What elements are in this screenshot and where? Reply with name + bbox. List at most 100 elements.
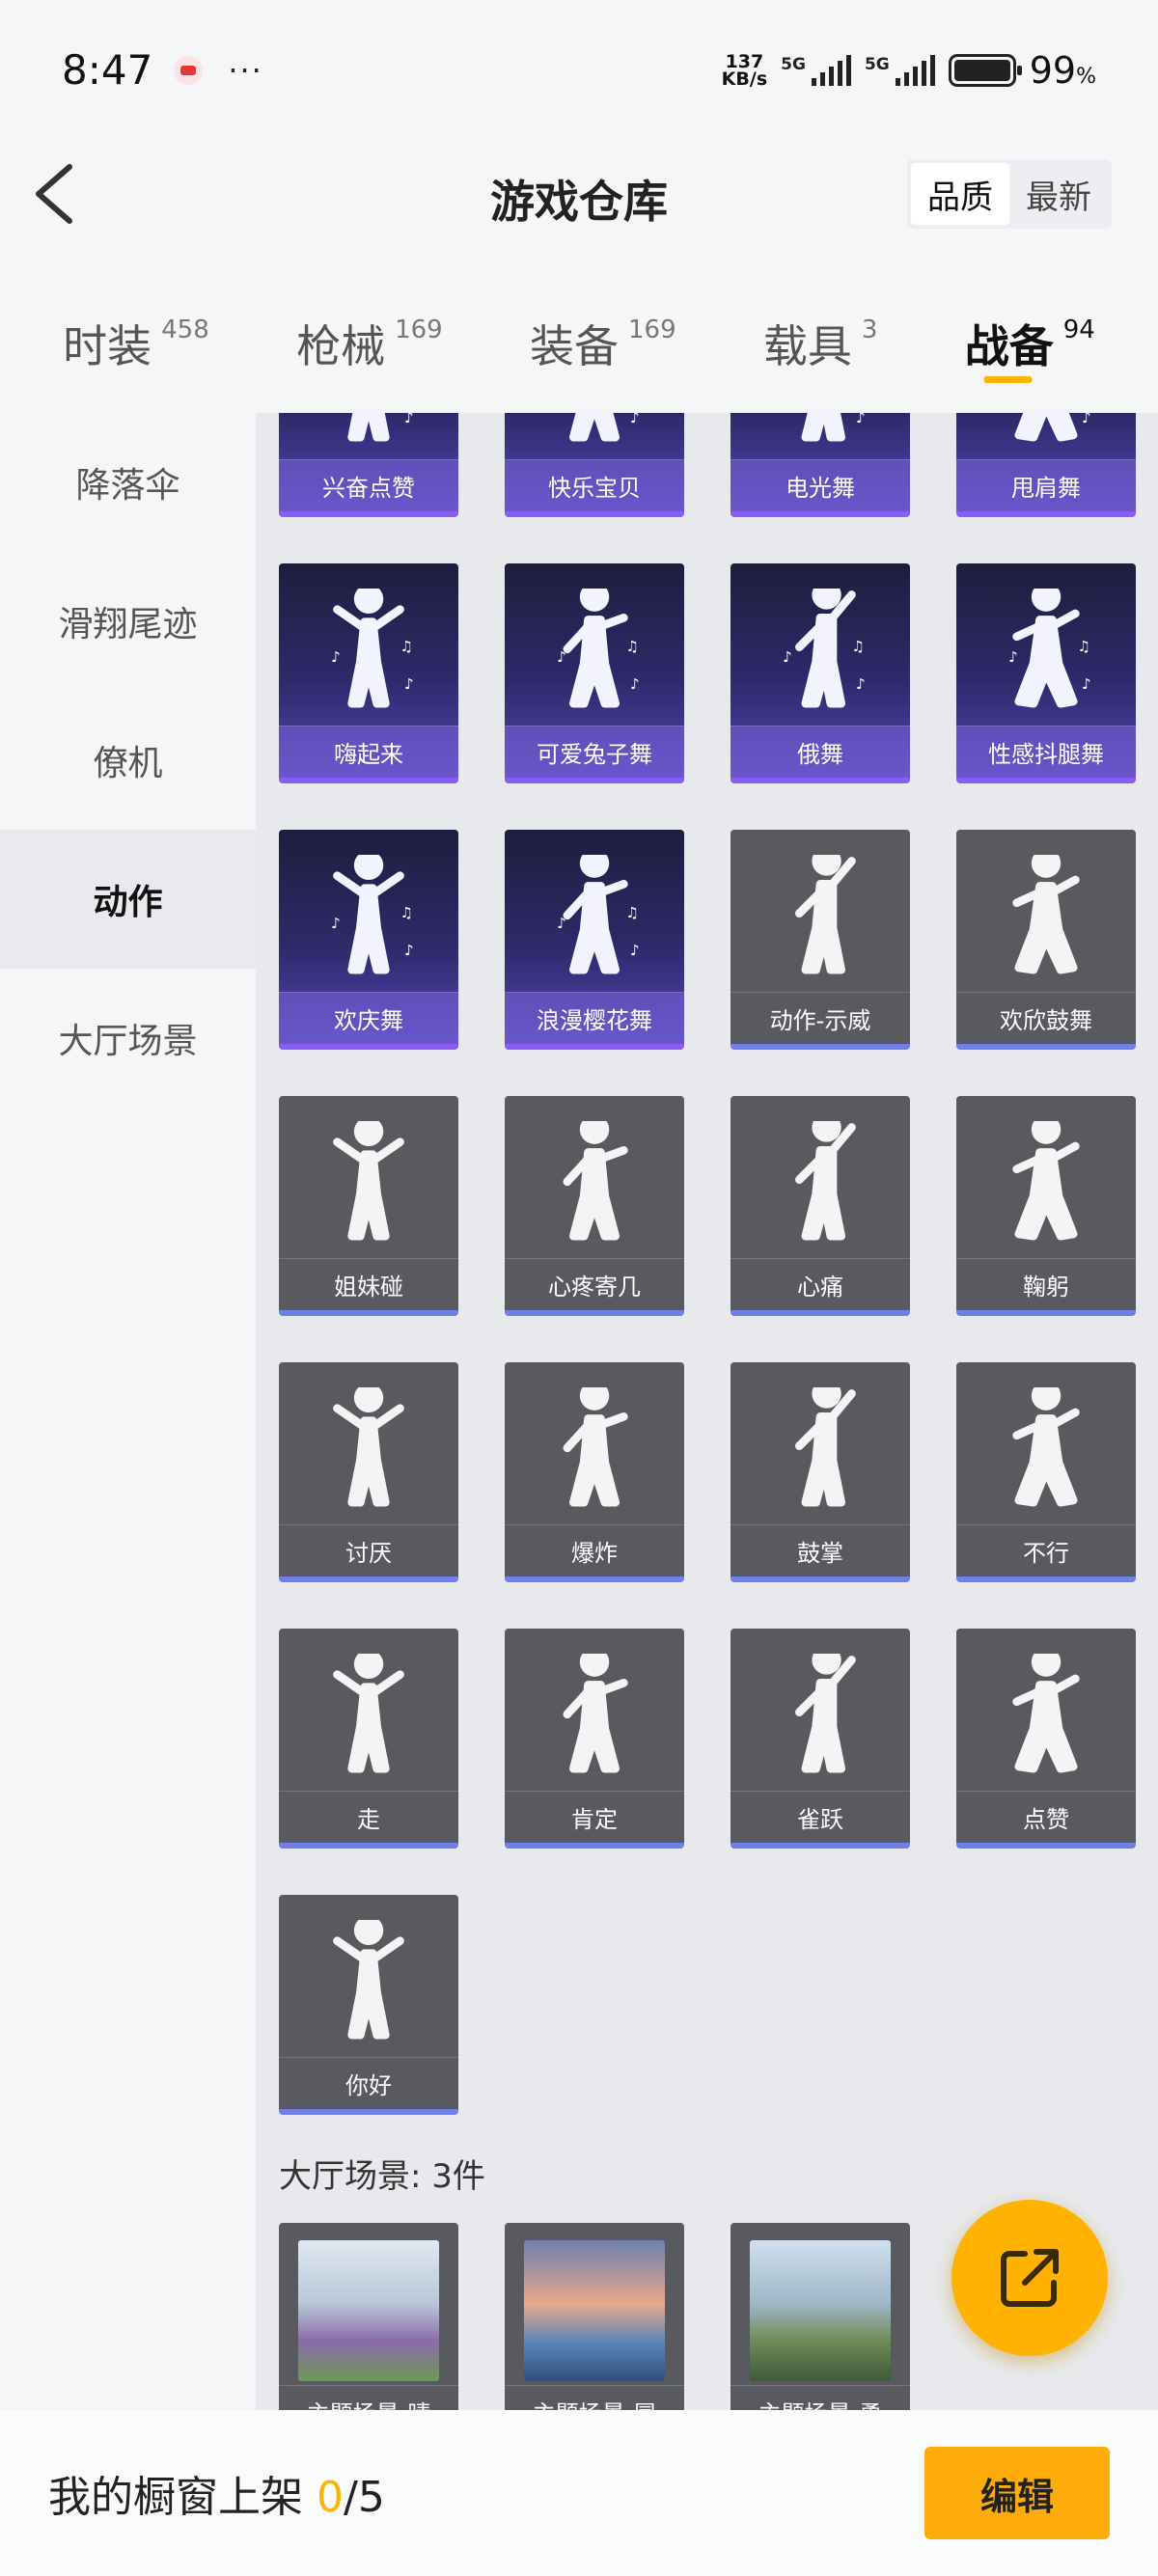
action-card[interactable]: ♪♫♪ 兴奋点赞 bbox=[279, 413, 458, 517]
action-figure bbox=[505, 1640, 684, 1793]
sidebar-item-glide-trail[interactable]: 滑翔尾迹 bbox=[0, 552, 256, 691]
action-figure-icon bbox=[795, 1121, 856, 1241]
action-card-label: 姐妹碰 bbox=[279, 1258, 458, 1310]
action-figure-icon bbox=[795, 855, 856, 974]
action-figure bbox=[279, 1374, 458, 1526]
category-tabs: 时装 458 枪械 169 装备 169 载具 3 战备 94 bbox=[0, 285, 1158, 410]
action-card[interactable]: ♪ ♫ ♪ 嗨起来 bbox=[279, 563, 458, 783]
sidebar: 降落伞 滑翔尾迹 僚机 动作 大厅场景 bbox=[0, 413, 256, 2410]
action-card[interactable]: 心疼寄几 bbox=[505, 1096, 684, 1316]
tab-war-supplies[interactable]: 战备 94 bbox=[965, 285, 1095, 410]
sort-option-newest[interactable]: 最新 bbox=[1009, 163, 1108, 225]
action-card-label: 不行 bbox=[956, 1524, 1136, 1576]
action-figure bbox=[279, 1906, 458, 2059]
notification-app-icon bbox=[174, 55, 204, 85]
action-card[interactable]: 心痛 bbox=[731, 1096, 910, 1316]
action-card[interactable]: ♪ ♫ ♪ 可爱兔子舞 bbox=[505, 563, 684, 783]
svg-text:♪: ♪ bbox=[557, 915, 566, 932]
action-card[interactable]: 动作-示威 bbox=[731, 830, 910, 1050]
action-card[interactable]: 鞠躬 bbox=[956, 1096, 1136, 1316]
action-card-label: 心痛 bbox=[731, 1258, 910, 1310]
sidebar-item-parachute[interactable]: 降落伞 bbox=[0, 413, 256, 552]
action-figure bbox=[956, 841, 1136, 994]
bottom-bar: 我的橱窗上架 0/5 编辑 bbox=[0, 2410, 1158, 2576]
sidebar-item-wingman[interactable]: 僚机 bbox=[0, 691, 256, 830]
tab-guns[interactable]: 枪械 169 bbox=[296, 285, 443, 410]
lobby-scene-card[interactable]: 主题场景-冒 bbox=[505, 2223, 684, 2410]
action-figure-icon: ♪♫♪ bbox=[1014, 413, 1091, 442]
item-list: ♪♫♪兴奋点赞♪♫♪快乐宝贝♪♫♪电光舞♪♫♪甩肩舞♪♫♪嗨起来♪♫♪可爱兔子舞… bbox=[256, 413, 1158, 2410]
lobby-scene-card[interactable]: 主题场景-勇 bbox=[731, 2223, 910, 2410]
action-card[interactable]: ♪ ♫ ♪ 性感抖腿舞 bbox=[956, 563, 1136, 783]
action-card[interactable]: 点赞 bbox=[956, 1629, 1136, 1849]
showcase-counter: 我的橱窗上架 0/5 bbox=[48, 2473, 385, 2522]
lobby-scene-label: 主题场景-勇 bbox=[731, 2385, 910, 2410]
action-card[interactable]: 欢欣鼓舞 bbox=[956, 830, 1136, 1050]
action-card-label: 鼓掌 bbox=[731, 1524, 910, 1576]
svg-text:♪: ♪ bbox=[783, 648, 792, 666]
share-button[interactable] bbox=[951, 2200, 1108, 2356]
action-card[interactable]: 不行 bbox=[956, 1362, 1136, 1582]
action-card[interactable]: 你好 bbox=[279, 1895, 458, 2115]
svg-text:♪: ♪ bbox=[630, 413, 640, 426]
action-card[interactable]: ♪♫♪ 甩肩舞 bbox=[956, 413, 1136, 517]
action-figure-icon: ♪♫♪ bbox=[801, 413, 866, 442]
status-time: 8:47 bbox=[62, 46, 153, 94]
action-card[interactable]: 肯定 bbox=[505, 1629, 684, 1849]
tab-equipment[interactable]: 装备 169 bbox=[530, 285, 676, 410]
status-bar: 8:47 ··· 137 KB/s 5G 5G 99% bbox=[0, 0, 1158, 140]
lobby-scene-card[interactable]: 主题场景-晴 bbox=[279, 2223, 458, 2410]
action-card-label: 欢庆舞 bbox=[279, 992, 458, 1044]
action-figure-icon: ♪♫♪ bbox=[557, 589, 640, 708]
action-card[interactable]: ♪ ♫ ♪ 欢庆舞 bbox=[279, 830, 458, 1050]
tab-vehicles[interactable]: 载具 3 bbox=[763, 285, 878, 410]
action-figure-icon bbox=[333, 1387, 404, 1507]
action-figure-icon bbox=[1012, 855, 1080, 974]
action-card[interactable]: 爆炸 bbox=[505, 1362, 684, 1582]
external-link-icon bbox=[1001, 2249, 1059, 2307]
action-card[interactable]: ♪♫♪ 快乐宝贝 bbox=[505, 413, 684, 517]
action-card[interactable]: 姐妹碰 bbox=[279, 1096, 458, 1316]
action-figure: ♪♫♪ bbox=[956, 575, 1136, 727]
action-figure: ♪♫♪ bbox=[279, 841, 458, 994]
action-figure-icon bbox=[333, 1654, 404, 1773]
lobby-scene-section-title: 大厅场景: 3件 bbox=[279, 2157, 485, 2196]
action-figure bbox=[731, 1640, 910, 1793]
action-card-label: 兴奋点赞 bbox=[279, 459, 458, 511]
battery-level: 99% bbox=[1029, 48, 1096, 92]
page-header: 游戏仓库 品质 最新 bbox=[0, 140, 1158, 251]
tab-fashion[interactable]: 时装 458 bbox=[63, 285, 209, 410]
action-card[interactable]: ♪ ♫ ♪ 浪漫樱花舞 bbox=[505, 830, 684, 1050]
sidebar-item-lobby-scene[interactable]: 大厅场景 bbox=[0, 969, 256, 1108]
sort-toggle[interactable]: 品质 最新 bbox=[907, 159, 1112, 229]
action-figure-icon bbox=[563, 1121, 628, 1241]
svg-text:♪: ♪ bbox=[331, 648, 341, 666]
svg-text:♪: ♪ bbox=[557, 648, 566, 666]
sort-option-quality[interactable]: 品质 bbox=[911, 163, 1009, 225]
action-figure: ♪♫♪ bbox=[279, 575, 458, 727]
action-figure: ♪♫♪ bbox=[731, 575, 910, 727]
signal-icon-2: 5G bbox=[865, 54, 935, 86]
action-figure-icon: ♪♫♪ bbox=[783, 589, 866, 708]
svg-text:♪: ♪ bbox=[404, 413, 414, 426]
edit-button[interactable]: 编辑 bbox=[924, 2447, 1110, 2539]
action-card[interactable]: 雀跃 bbox=[731, 1629, 910, 1849]
action-card[interactable]: 鼓掌 bbox=[731, 1362, 910, 1582]
action-figure bbox=[279, 1640, 458, 1793]
action-card-label: 性感抖腿舞 bbox=[956, 726, 1136, 778]
action-figure-icon bbox=[1012, 1654, 1080, 1773]
battery-icon bbox=[948, 53, 1022, 87]
action-figure: ♪♫♪ bbox=[505, 413, 684, 461]
action-card[interactable]: 讨厌 bbox=[279, 1362, 458, 1582]
sidebar-item-actions[interactable]: 动作 bbox=[0, 830, 256, 969]
action-card-label: 嗨起来 bbox=[279, 726, 458, 778]
action-card[interactable]: 走 bbox=[279, 1629, 458, 1849]
action-figure bbox=[731, 841, 910, 994]
svg-text:♪: ♪ bbox=[856, 413, 866, 426]
action-card-label: 俄舞 bbox=[731, 726, 910, 778]
action-figure-icon bbox=[563, 1654, 628, 1773]
svg-text:♫: ♫ bbox=[400, 904, 414, 921]
action-card[interactable]: ♪♫♪ 电光舞 bbox=[731, 413, 910, 517]
svg-text:♪: ♪ bbox=[856, 675, 866, 693]
action-card[interactable]: ♪ ♫ ♪ 俄舞 bbox=[731, 563, 910, 783]
